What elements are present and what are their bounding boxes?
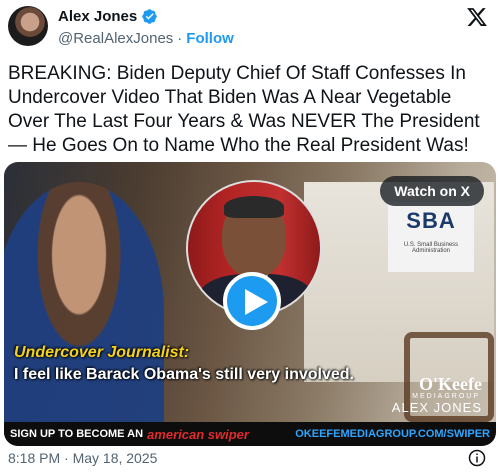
sba-logo: SBA U.S. Small Business Administration xyxy=(388,202,474,272)
caption-title: Undercover Journalist: xyxy=(14,344,190,361)
separator-dot: · xyxy=(177,30,183,47)
tweet-text: BREAKING: Biden Deputy Chief Of Staff Co… xyxy=(8,63,480,156)
portrait-hair xyxy=(224,196,284,218)
promo-banner: SIGN UP TO BECOME AN american swiper OKE… xyxy=(4,422,496,446)
author-name[interactable]: Alex Jones xyxy=(58,8,137,25)
sba-logo-text: SBA xyxy=(406,208,456,233)
play-icon xyxy=(245,289,268,315)
author-name-row: Alex Jones xyxy=(58,8,158,25)
okeefe-brand: O'Keefe xyxy=(419,374,482,394)
author-handle[interactable]: @RealAlexJones xyxy=(58,30,173,47)
okeefe-watermark: O'Keefe MEDIAGROUP ALEX JONES xyxy=(362,374,482,418)
tweet-timestamp[interactable]: 8:18 PM · May 18, 2025 xyxy=(8,450,157,466)
banner-left: SIGN UP TO BECOME AN american swiper xyxy=(10,427,249,442)
sba-logo-subtitle: U.S. Small Business Administration xyxy=(403,242,459,254)
video-media[interactable]: SBA U.S. Small Business Administration W… xyxy=(4,162,496,446)
verified-badge-icon xyxy=(141,8,158,25)
banner-mid-text: american swiper xyxy=(147,426,249,442)
okeefe-group: MEDIAGROUP xyxy=(412,393,480,400)
x-logo-icon[interactable] xyxy=(466,6,488,28)
watch-on-x-button[interactable]: Watch on X xyxy=(380,176,484,206)
follow-button[interactable]: Follow xyxy=(186,30,234,47)
banner-url: OKEEFEMEDIAGROUP.COM/SWIPER xyxy=(295,428,490,440)
info-icon[interactable] xyxy=(468,449,486,467)
avatar[interactable] xyxy=(8,6,48,46)
banner-left-text: SIGN UP TO BECOME AN xyxy=(10,428,144,440)
okeefe-alex-jones: ALEX JONES xyxy=(391,400,482,415)
tweet-card: Alex Jones @RealAlexJones · Follow BREAK… xyxy=(0,0,500,474)
handle-row: @RealAlexJones · Follow xyxy=(58,30,234,47)
play-button[interactable] xyxy=(223,272,281,330)
caption-quote: I feel like Barack Obama's still very in… xyxy=(14,366,354,383)
journalist-figure xyxy=(4,182,164,442)
